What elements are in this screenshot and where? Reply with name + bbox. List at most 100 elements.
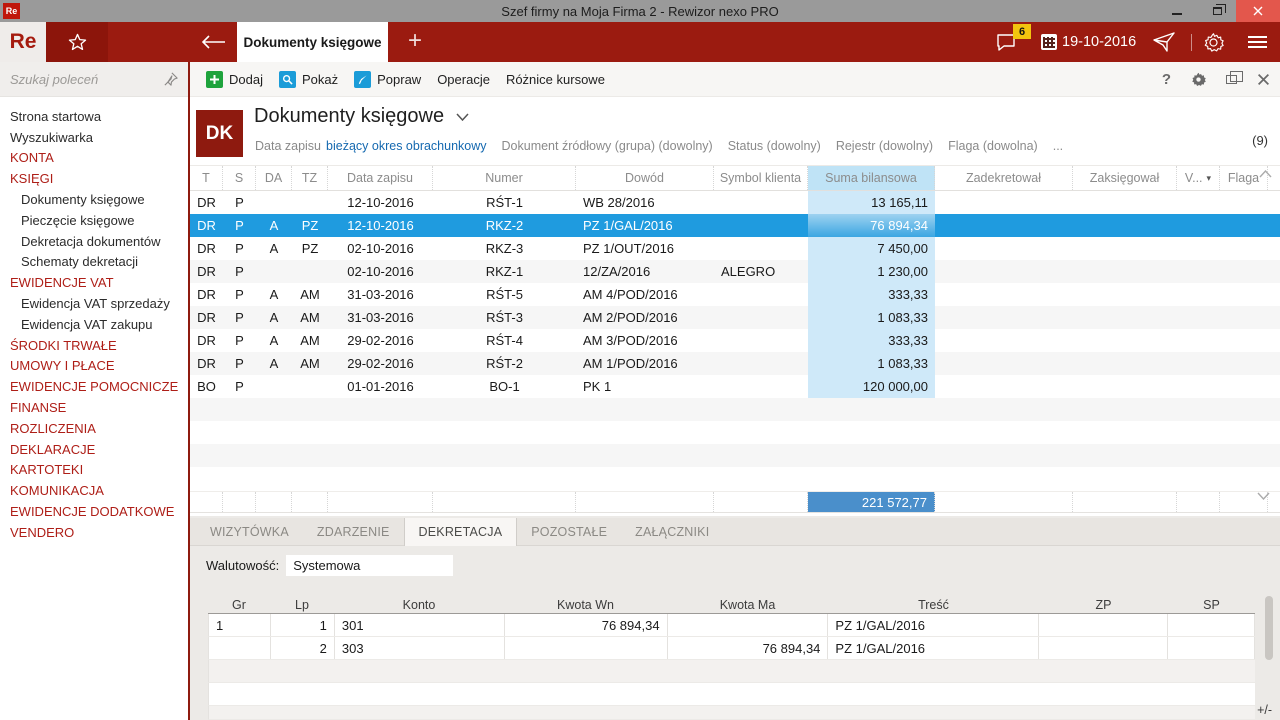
table-row[interactable]: DRPAPZ12-10-2016RKZ-2PZ 1/GAL/201676 894… xyxy=(190,214,1280,237)
decree-column-header[interactable]: Treść xyxy=(828,596,1039,613)
column-header[interactable]: Dowód xyxy=(576,166,714,190)
decree-column-header[interactable]: Kwota Wn xyxy=(504,596,667,613)
undock-view-button[interactable] xyxy=(1226,75,1237,84)
decree-row[interactable]: 230376 894,34PZ 1/GAL/2016 xyxy=(208,637,1255,660)
sidebar-item[interactable]: Ewidencja VAT zakupu xyxy=(0,314,188,335)
sidebar-item[interactable]: EWIDENCJE VAT xyxy=(0,272,188,293)
close-view-button[interactable] xyxy=(1257,73,1270,86)
sidebar-item[interactable]: ROZLICZENIA xyxy=(0,418,188,439)
table-row[interactable]: BOP01-01-2016BO-1PK 1120 000,00 xyxy=(190,375,1280,398)
column-header[interactable]: DA xyxy=(256,166,292,190)
show-button[interactable]: Pokaż xyxy=(271,62,346,96)
decree-row[interactable]: 1130176 894,34PZ 1/GAL/2016 xyxy=(208,614,1255,637)
sidebar-item[interactable]: Dokumenty księgowe xyxy=(0,189,188,210)
column-header[interactable]: Zaksięgował xyxy=(1073,166,1177,190)
scroll-down-arrow[interactable] xyxy=(1257,492,1270,500)
new-tab-button[interactable]: + xyxy=(398,22,432,62)
decree-column-header[interactable]: Lp xyxy=(270,596,334,613)
table-row[interactable]: DRPAAM29-02-2016RŚT-4AM 3/POD/2016333,33 xyxy=(190,329,1280,352)
table-cell: DR xyxy=(190,237,223,260)
filter[interactable]: Status (dowolny) xyxy=(728,139,821,153)
column-header[interactable]: Zadekretował xyxy=(935,166,1073,190)
decree-column-header[interactable]: Konto xyxy=(334,596,504,613)
sidebar-item[interactable]: KSIĘGI xyxy=(0,168,188,189)
current-date[interactable]: 19-10-2016 xyxy=(1062,22,1136,62)
filter-value[interactable]: bieżący okres obrachunkowy xyxy=(326,139,487,153)
close-button[interactable] xyxy=(1236,0,1280,22)
edit-button[interactable]: Popraw xyxy=(346,62,429,96)
sidebar-item[interactable]: EWIDENCJE DODATKOWE xyxy=(0,501,188,522)
column-header[interactable]: S xyxy=(223,166,256,190)
filter[interactable]: ... xyxy=(1053,139,1063,153)
help-button[interactable]: ? xyxy=(1162,71,1171,88)
sidebar-item[interactable]: KOMUNIKACJA xyxy=(0,480,188,501)
detail-tab[interactable]: ZDARZENIE xyxy=(303,518,404,545)
filter-dropdown-icon[interactable]: ▾ xyxy=(1207,173,1212,184)
settings-button[interactable] xyxy=(1203,32,1224,53)
filter[interactable]: Dokument źródłowy (grupa) (dowolny) xyxy=(502,139,713,153)
decree-cell: PZ 1/GAL/2016 xyxy=(828,637,1039,659)
send-button[interactable] xyxy=(1152,30,1178,54)
column-header[interactable]: Numer xyxy=(433,166,576,190)
table-row[interactable]: DRP12-10-2016RŚT-1WB 28/201613 165,11 xyxy=(190,191,1280,214)
table-cell: A xyxy=(256,283,292,306)
detail-tab[interactable]: WIZYTÓWKA xyxy=(196,518,303,545)
expand-collapse-control[interactable]: +/- xyxy=(1257,703,1272,717)
decree-column-header[interactable]: SP xyxy=(1168,596,1255,613)
scroll-up-arrow[interactable] xyxy=(1259,170,1272,178)
column-header[interactable]: V...▾ xyxy=(1177,166,1220,190)
decree-column-header[interactable]: Gr xyxy=(208,596,270,613)
table-row[interactable]: DRP02-10-2016RKZ-112/ZA/2016ALEGRO1 230,… xyxy=(190,260,1280,283)
sidebar-item[interactable]: ŚRODKI TRWAŁE xyxy=(0,335,188,356)
hamburger-menu-button[interactable] xyxy=(1248,36,1267,51)
sidebar-item[interactable]: Ewidencja VAT sprzedaży xyxy=(0,293,188,314)
column-header[interactable]: Suma bilansowa xyxy=(808,166,935,190)
detail-scrollbar-thumb[interactable] xyxy=(1265,596,1273,660)
column-header[interactable]: T xyxy=(190,166,223,190)
maximize-button[interactable] xyxy=(1198,0,1236,22)
operations-button[interactable]: Operacje xyxy=(429,62,498,96)
column-header[interactable]: TZ xyxy=(292,166,328,190)
favorites-button[interactable] xyxy=(46,22,108,62)
command-search[interactable]: Szukaj poleceń xyxy=(0,62,188,97)
decree-column-header[interactable]: ZP xyxy=(1039,596,1168,613)
table-row[interactable]: DRPAPZ02-10-2016RKZ-3PZ 1/OUT/20167 450,… xyxy=(190,237,1280,260)
decree-column-header[interactable]: Kwota Ma xyxy=(667,596,828,613)
table-row[interactable]: DRPAAM29-02-2016RŚT-2AM 1/POD/20161 083,… xyxy=(190,352,1280,375)
sidebar-item[interactable]: DEKLARACJE xyxy=(0,439,188,460)
table-cell: 12-10-2016 xyxy=(328,214,433,237)
detail-tab[interactable]: POZOSTAŁE xyxy=(517,518,621,545)
table-row[interactable]: DRPAAM31-03-2016RŚT-3AM 2/POD/20161 083,… xyxy=(190,306,1280,329)
column-header[interactable]: Symbol klienta xyxy=(714,166,808,190)
sidebar-item[interactable]: UMOWY I PŁACE xyxy=(0,356,188,377)
app-logo[interactable]: Re xyxy=(0,22,46,62)
detail-tab[interactable]: DEKRETACJA xyxy=(404,518,518,546)
module-settings-button[interactable] xyxy=(1191,72,1206,87)
column-header[interactable]: Data zapisu xyxy=(328,166,433,190)
sidebar-item[interactable]: Pieczęcie księgowe xyxy=(0,210,188,231)
filter[interactable]: Flaga (dowolna) xyxy=(948,139,1038,153)
back-button[interactable] xyxy=(188,22,237,62)
pin-icon[interactable] xyxy=(164,72,178,86)
filter[interactable]: Rejestr (dowolny) xyxy=(836,139,933,153)
minimize-button[interactable] xyxy=(1158,0,1196,22)
detail-tab[interactable]: ZAŁĄCZNIKI xyxy=(621,518,723,545)
sidebar-item[interactable]: KARTOTEKI xyxy=(0,460,188,481)
sidebar-item[interactable]: Wyszukiwarka xyxy=(0,127,188,148)
sidebar-item[interactable]: EWIDENCJE POMOCNICZE xyxy=(0,376,188,397)
filter[interactable]: Data zapisu bieżący okres obrachunkowy xyxy=(255,139,487,153)
title-chevron-down-icon[interactable] xyxy=(456,113,469,121)
add-button[interactable]: Dodaj xyxy=(198,62,271,96)
sidebar-item[interactable]: FINANSE xyxy=(0,397,188,418)
currency-label: Walutowość: xyxy=(206,558,279,573)
sidebar-item[interactable]: VENDERO xyxy=(0,522,188,543)
table-row[interactable]: DRPAAM31-03-2016RŚT-5AM 4/POD/2016333,33 xyxy=(190,283,1280,306)
sidebar-item[interactable]: Dekretacja dokumentów xyxy=(0,231,188,252)
exchange-differences-button[interactable]: Różnice kursowe xyxy=(498,62,613,96)
calendar-icon[interactable] xyxy=(1041,34,1057,50)
sidebar-item[interactable]: KONTA xyxy=(0,148,188,169)
sidebar-item[interactable]: Schematy dekretacji xyxy=(0,252,188,273)
tab-dokumenty-ksiegowe[interactable]: Dokumenty księgowe xyxy=(237,22,388,62)
currency-field[interactable]: Systemowa xyxy=(286,555,453,576)
sidebar-item[interactable]: Strona startowa xyxy=(0,106,188,127)
